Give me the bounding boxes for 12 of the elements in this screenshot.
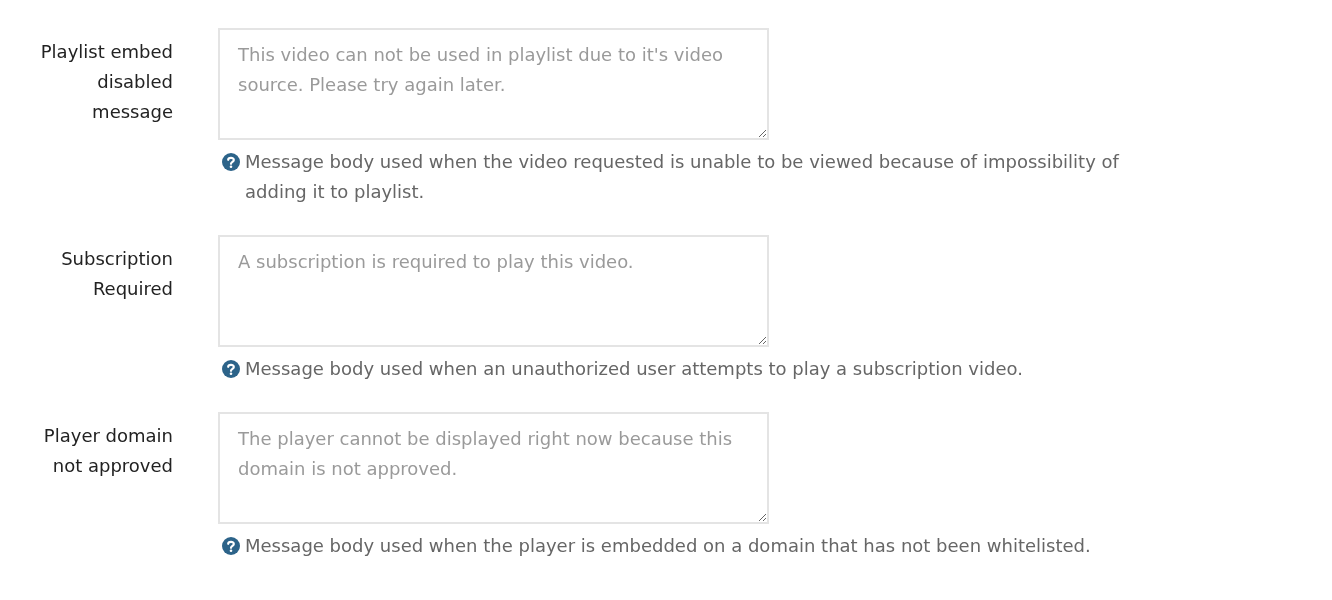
help-text: Message body used when an unauthorized user attempts to play a subscription video. (245, 357, 1024, 381)
help-icon (222, 537, 240, 555)
field-label: Subscription Required (60, 247, 173, 301)
message-input[interactable]: This video can not be used in playlist due to it's video source. Please try again later. (218, 28, 769, 140)
help-text: Message body used when the player is embedded on a domain that has not been whitelisted. (245, 534, 1092, 558)
field-label: Player domain not approved (42, 424, 173, 478)
help-icon (222, 153, 240, 171)
help-text: Message body used when the video requested is unable to be viewed because of impossibility of adding it to playlist. (245, 150, 1121, 204)
help-icon (222, 360, 240, 378)
message-input[interactable]: A subscription is required to play this video. (218, 235, 769, 347)
field-label: Playlist embed disabled message (39, 40, 173, 124)
message-input[interactable]: The player cannot be displayed right now because this domain is not approved. (218, 412, 769, 524)
